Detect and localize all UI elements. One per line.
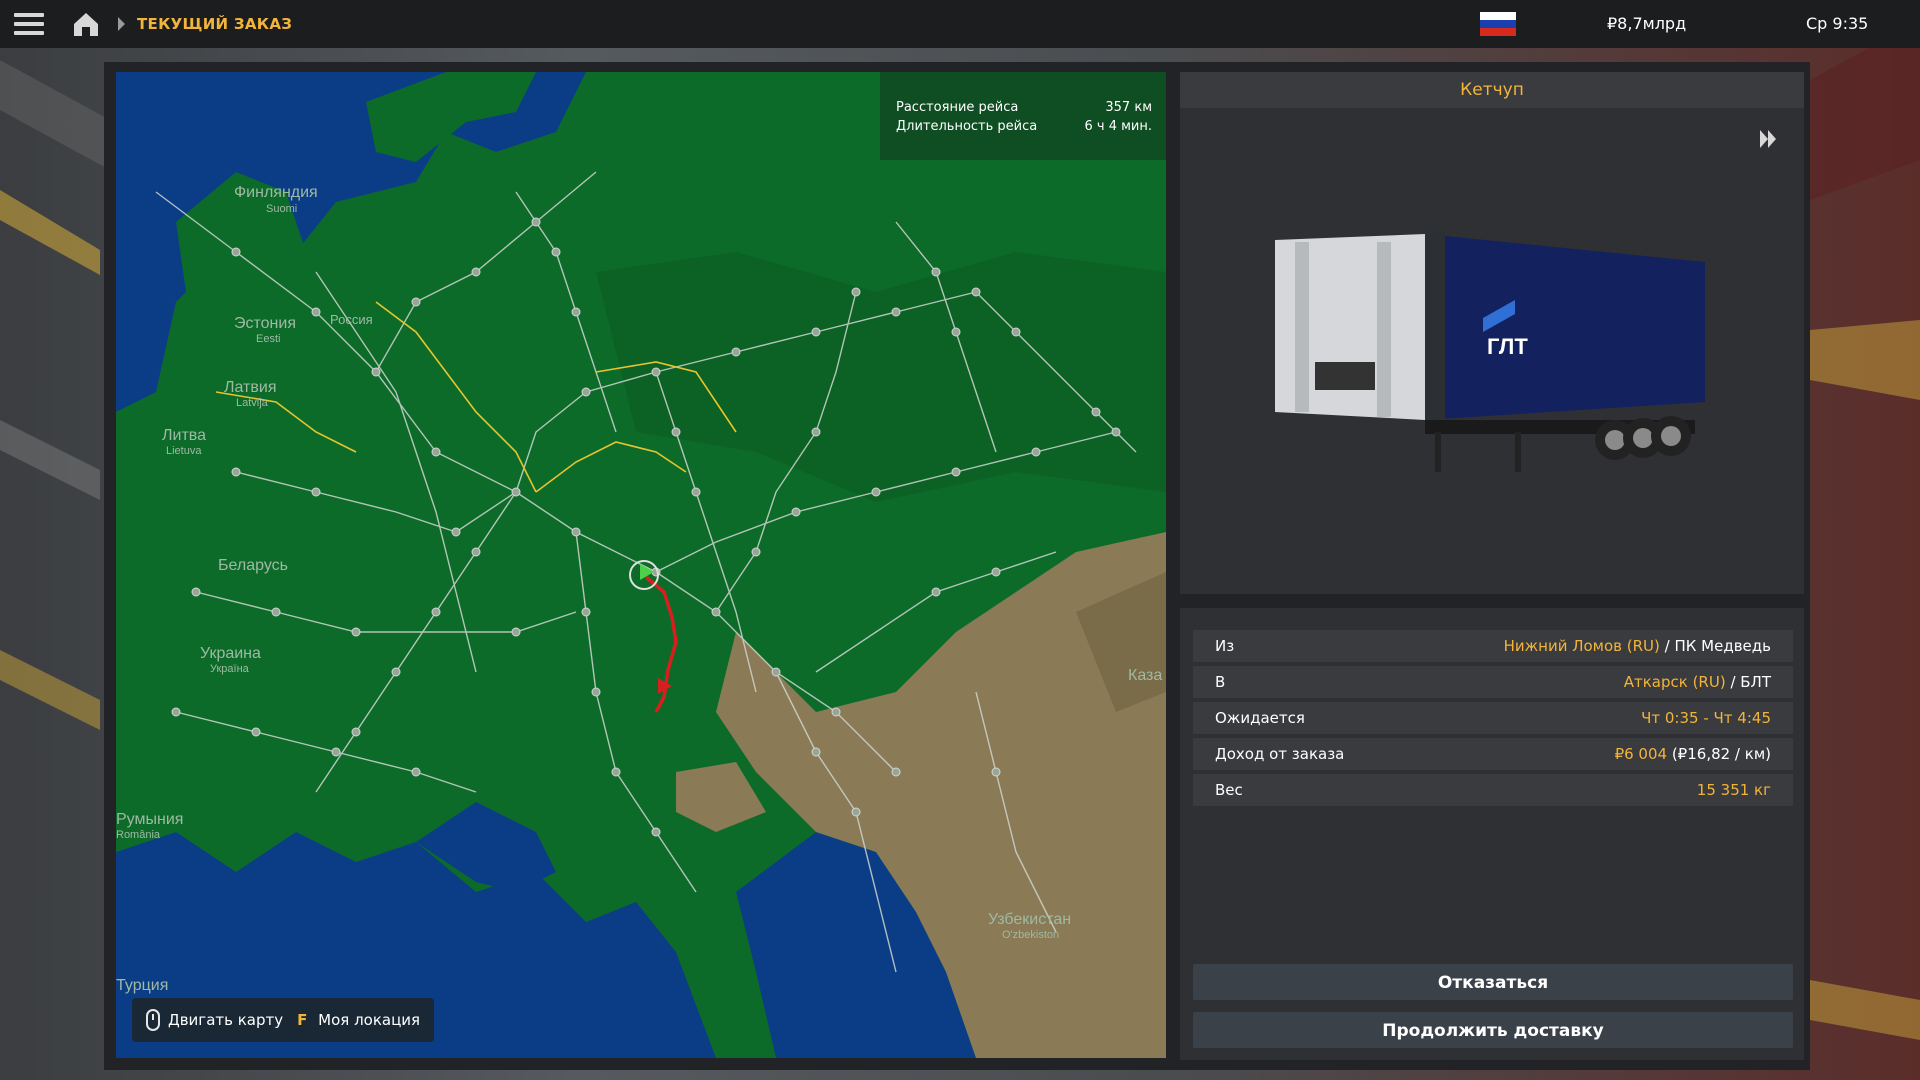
next-arrow-icon[interactable] (1758, 128, 1778, 150)
game-clock: Ср 9:35 (1806, 14, 1869, 33)
map-label-kazakhstan: Каза (1128, 667, 1162, 684)
breadcrumb-chevron-icon (118, 17, 125, 31)
hotkey-f: F (297, 1011, 308, 1029)
trip-duration-value: 6 ч 4 мин. (1084, 119, 1152, 134)
map-label-russia: Россия (330, 312, 373, 327)
russia-flag-icon (1480, 12, 1516, 36)
map-label-turkey: Турция (116, 977, 168, 994)
job-details-panel: Из Нижний Ломов (RU) / ПК Медведь В Атка… (1180, 608, 1804, 1060)
trip-distance-value: 357 км (1105, 100, 1152, 115)
home-icon[interactable] (70, 10, 102, 38)
map-label-ukraine: Украина (200, 645, 261, 662)
trailer-brand-text: ГЛТ (1487, 334, 1528, 359)
route-map[interactable]: Финляндия Suomi Эстония Eesti Латвия Lat… (116, 72, 1166, 1058)
map-label-lithuania: Литва (162, 427, 206, 444)
trip-summary: Расстояние рейса 357 км Длительность рей… (880, 72, 1166, 160)
detail-row-to: В Аткарск (RU) / БЛТ (1193, 666, 1793, 698)
map-label-estonia-sub: Eesti (256, 333, 280, 345)
mouse-icon (146, 1009, 160, 1031)
map-label-belarus: Беларусь (218, 557, 288, 574)
map-canvas[interactable]: Финляндия Suomi Эстония Eesti Латвия Lat… (116, 72, 1166, 1058)
top-bar: ТЕКУЩИЙ ЗАКАЗ ₽8,7млрд Ср 9:35 (0, 0, 1920, 48)
to-label: В (1215, 673, 1226, 691)
map-label-uzbekistan: Узбекистан (988, 911, 1071, 928)
to-company: / БЛТ (1725, 673, 1771, 691)
trailer-image: ГЛТ (1275, 232, 1705, 472)
map-label-latvia: Латвия (224, 379, 276, 396)
map-label-ukraine-sub: Україна (210, 663, 250, 675)
to-city: Аткарск (RU) (1623, 673, 1726, 691)
from-label: Из (1215, 637, 1235, 655)
map-controls-hint: Двигать карту F Моя локация (132, 998, 435, 1042)
my-location-label: Моя локация (318, 1011, 421, 1029)
trip-duration-label: Длительность рейса (896, 119, 1038, 134)
detail-row-from: Из Нижний Ломов (RU) / ПК Медведь (1193, 630, 1793, 662)
from-city: Нижний Ломов (RU) (1503, 637, 1660, 655)
breadcrumb[interactable]: ТЕКУЩИЙ ЗАКАЗ (137, 15, 292, 33)
menu-icon[interactable] (12, 10, 46, 38)
income-rate: (₽16,82 / км) (1667, 745, 1771, 763)
from-company: / ПК Медведь (1659, 637, 1771, 655)
map-label-romania: Румыния (116, 811, 183, 828)
weight-label: Вес (1215, 781, 1243, 799)
move-map-label: Двигать карту (168, 1011, 284, 1029)
map-label-estonia: Эстония (234, 315, 296, 332)
map-label-finland-sub: Suomi (266, 203, 297, 215)
weight-value: 15 351 кг (1696, 781, 1771, 799)
my-location-hint[interactable]: F Моя локация (297, 1011, 420, 1029)
detail-row-expected: Ожидается Чт 0:35 - Чт 4:45 (1193, 702, 1793, 734)
expected-value: Чт 0:35 - Чт 4:45 (1641, 709, 1771, 727)
map-label-latvia-sub: Latvija (236, 397, 269, 409)
map-label-romania-sub: România (116, 829, 161, 841)
map-label-lithuania-sub: Lietuva (166, 445, 202, 457)
map-label-uzbekistan-sub: O'zbekiston (1002, 929, 1059, 941)
map-label-finland: Финляндия (234, 184, 318, 201)
move-map-hint[interactable]: Двигать карту (146, 1009, 283, 1031)
trip-distance-label: Расстояние рейса (896, 100, 1019, 115)
income-value: ₽6 004 (1614, 745, 1668, 763)
continue-delivery-button[interactable]: Продолжить доставку (1193, 1012, 1793, 1048)
cargo-panel: Кетчуп ГЛТ (1180, 72, 1804, 594)
expected-label: Ожидается (1215, 709, 1305, 727)
refuse-button[interactable]: Отказаться (1193, 964, 1793, 1000)
detail-row-income: Доход от заказа ₽6 004 (₽16,82 / км) (1193, 738, 1793, 770)
income-label: Доход от заказа (1215, 745, 1345, 763)
balance: ₽8,7млрд (1607, 14, 1687, 33)
detail-row-weight: Вес 15 351 кг (1193, 774, 1793, 806)
cargo-title: Кетчуп (1180, 72, 1804, 108)
